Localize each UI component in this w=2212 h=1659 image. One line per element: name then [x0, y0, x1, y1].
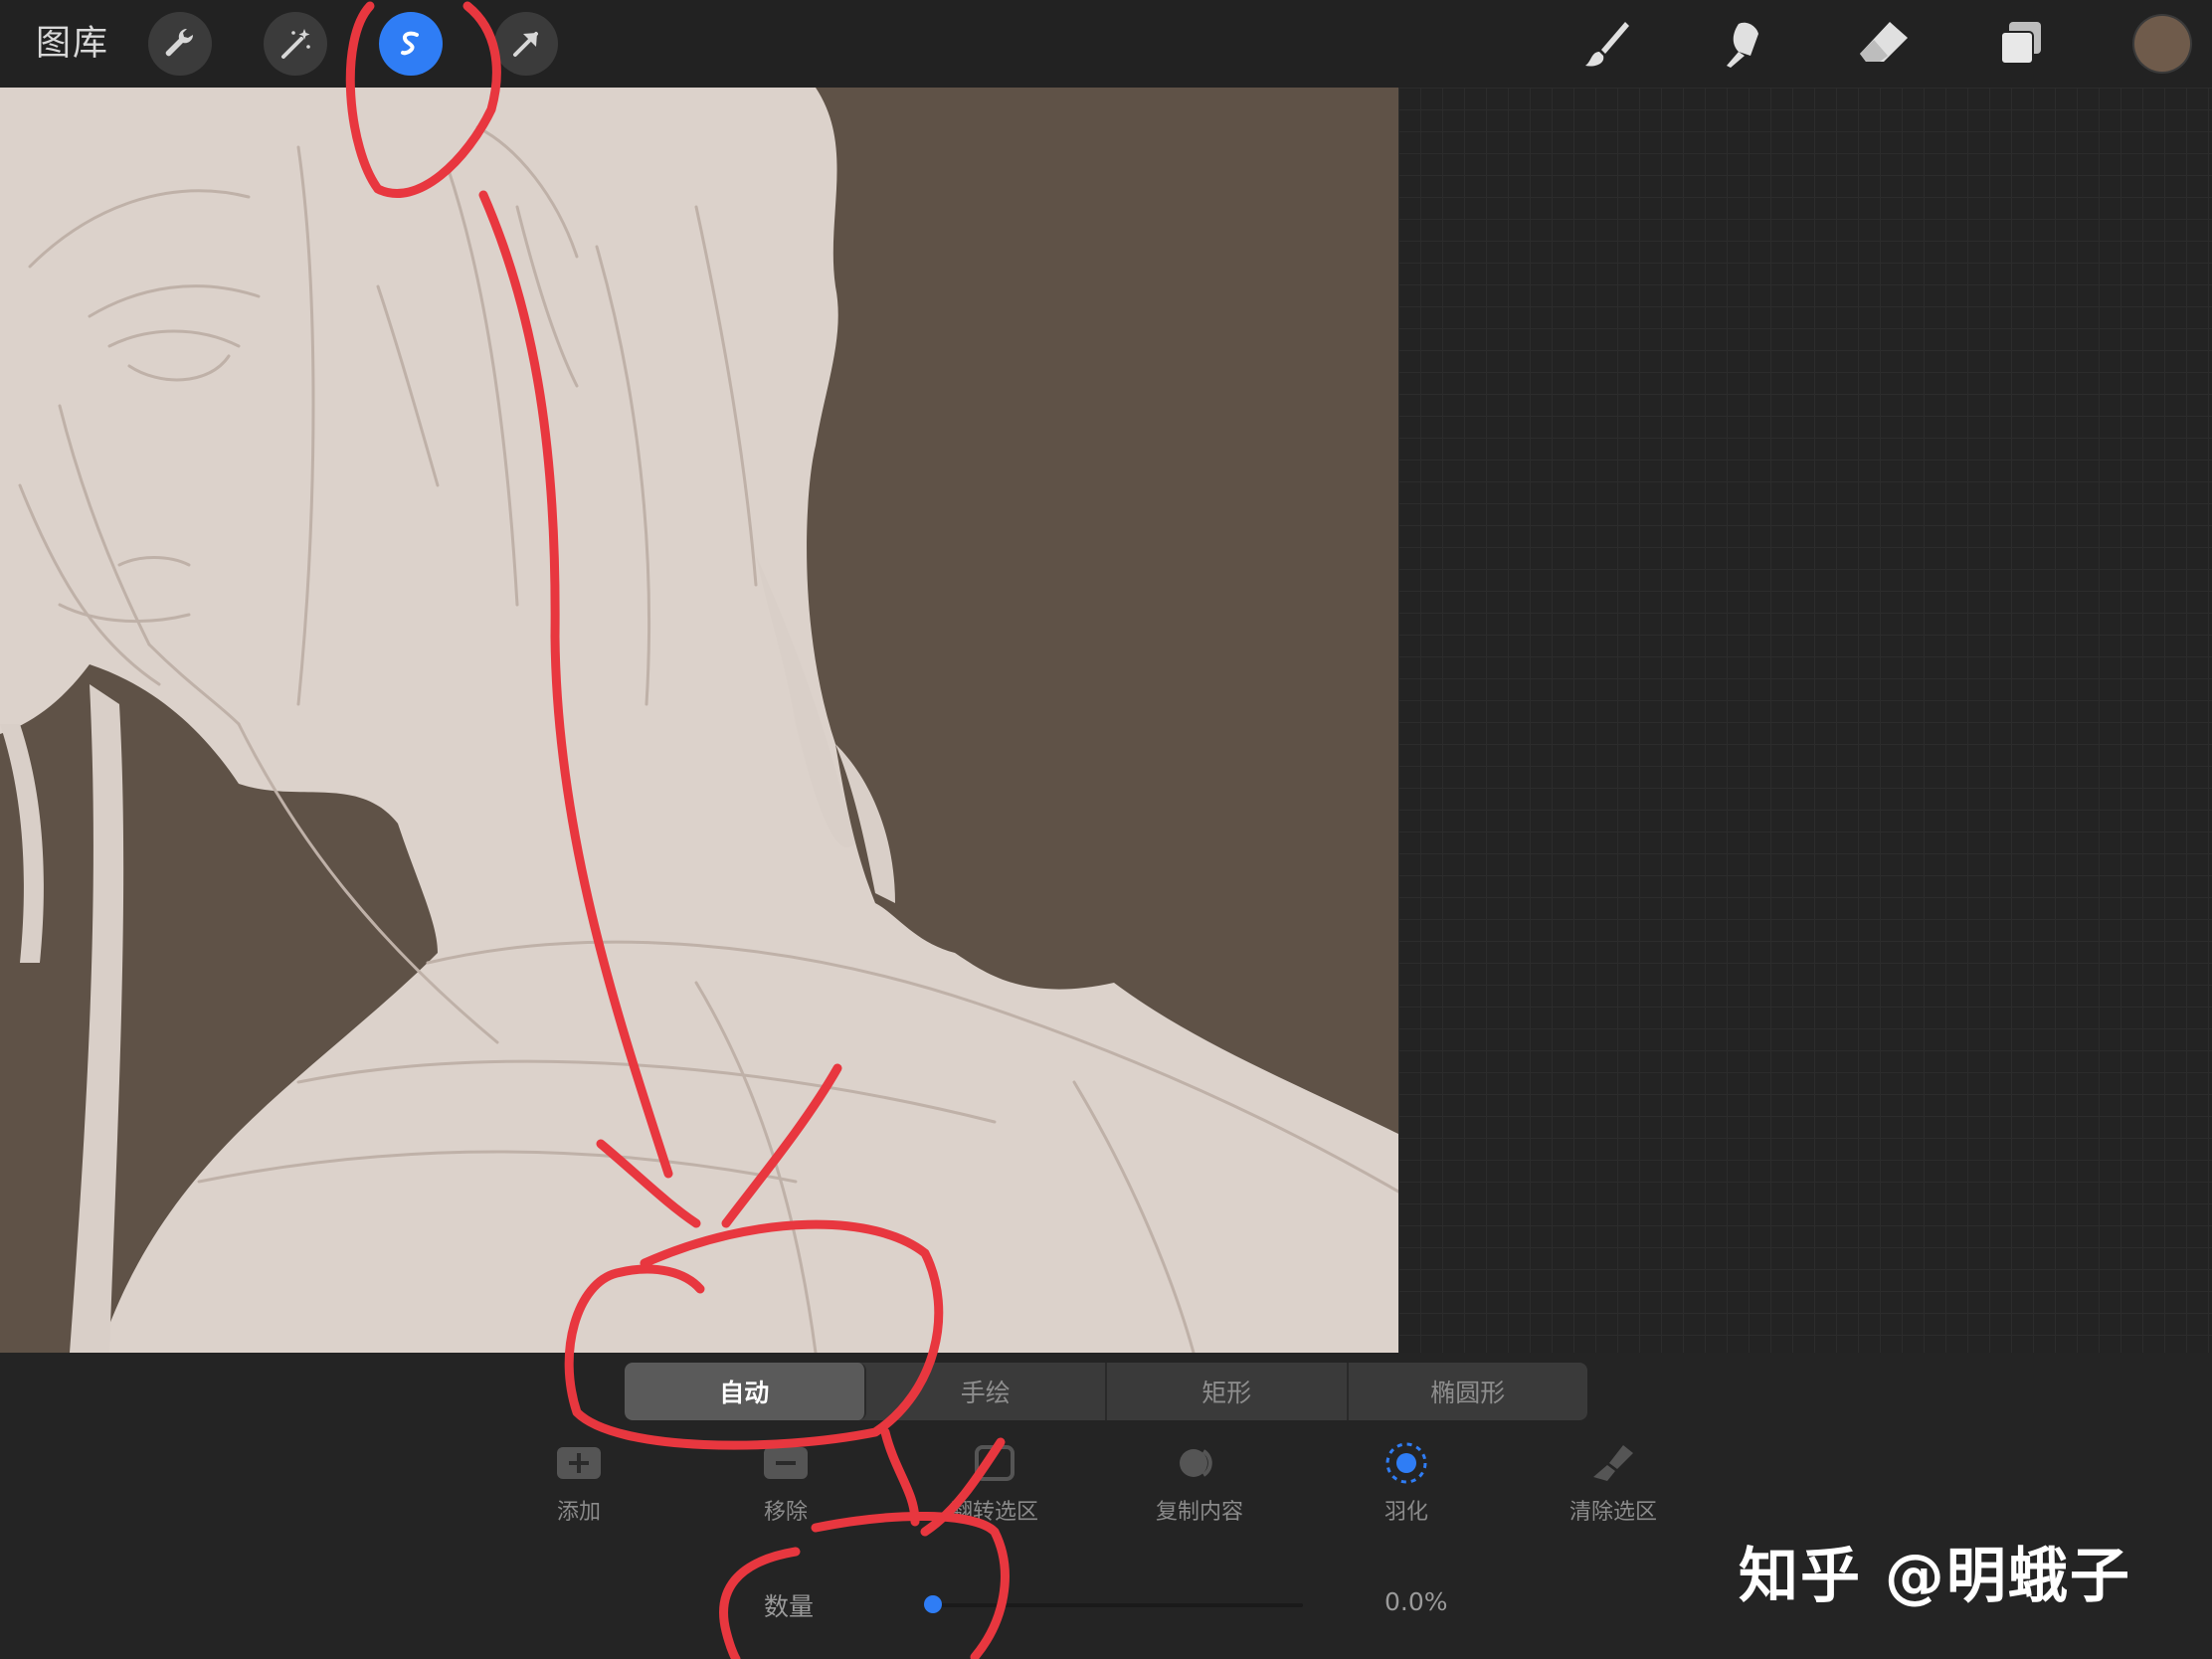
feather-label: 羽化	[1383, 1500, 1428, 1525]
mode-ellipse[interactable]: 椭圆形	[1349, 1363, 1588, 1420]
invert-selection-icon	[975, 1445, 1014, 1481]
drawing-canvas[interactable]	[0, 88, 1398, 1353]
eraser-button[interactable]	[1854, 14, 1914, 74]
feather-icon	[1385, 1442, 1427, 1484]
layers-icon	[2000, 22, 2041, 65]
brush-button[interactable]	[1577, 14, 1637, 74]
gallery-button[interactable]: 图库	[36, 20, 109, 68]
artwork-image	[0, 88, 1398, 1353]
amount-slider-knob[interactable]	[924, 1595, 942, 1613]
selection-icon	[401, 31, 419, 56]
plus-square-icon	[557, 1447, 601, 1479]
top-toolbar: 图库	[0, 0, 2212, 88]
feather-button[interactable]: 羽化	[1327, 1438, 1486, 1526]
mode-automatic[interactable]: 自动	[625, 1363, 866, 1420]
workspace-background	[1398, 88, 2212, 1353]
magic-wand-icon	[281, 29, 310, 59]
mode-freehand[interactable]: 手绘	[866, 1363, 1107, 1420]
brush-icon	[1585, 22, 1629, 67]
clear-selection-icon	[1593, 1445, 1633, 1481]
transform-arrow-icon	[513, 32, 538, 57]
clear-selection-button[interactable]: 清除选区	[1534, 1438, 1693, 1526]
remove-button[interactable]: 移除	[706, 1438, 865, 1526]
remove-label: 移除	[763, 1500, 808, 1525]
mode-rectangle[interactable]: 矩形	[1107, 1363, 1349, 1420]
copy-content-icon	[1180, 1449, 1212, 1477]
actions-wrench-button[interactable]	[148, 12, 212, 76]
add-button[interactable]: 添加	[499, 1438, 658, 1526]
amount-value: 0.0%	[1384, 1587, 1448, 1616]
clear-selection-label: 清除选区	[1568, 1500, 1657, 1525]
copy-content-button[interactable]: 复制内容	[1120, 1438, 1279, 1526]
transform-button[interactable]	[494, 12, 558, 76]
eraser-icon	[1860, 22, 1908, 62]
smudge-icon	[1727, 22, 1758, 68]
invert-selection-label: 翻转选区	[950, 1500, 1038, 1525]
minus-square-icon	[764, 1447, 808, 1479]
watermark: 知乎 @明蛾子	[1739, 1542, 2131, 1611]
wrench-icon	[165, 28, 194, 57]
smudge-button[interactable]	[1715, 14, 1774, 74]
invert-selection-button[interactable]: 翻转选区	[915, 1438, 1074, 1526]
copy-content-label: 复制内容	[1155, 1500, 1243, 1525]
color-picker-swatch[interactable]	[2134, 16, 2190, 72]
amount-label: 数量	[764, 1592, 815, 1621]
selection-button[interactable]	[379, 12, 443, 76]
layers-button[interactable]	[1991, 14, 2051, 74]
amount-slider-track[interactable]	[933, 1603, 1303, 1607]
adjustments-button[interactable]	[264, 12, 327, 76]
add-label: 添加	[556, 1500, 601, 1525]
selection-mode-segmented-control: 自动 手绘 矩形 椭圆形	[625, 1363, 1587, 1420]
